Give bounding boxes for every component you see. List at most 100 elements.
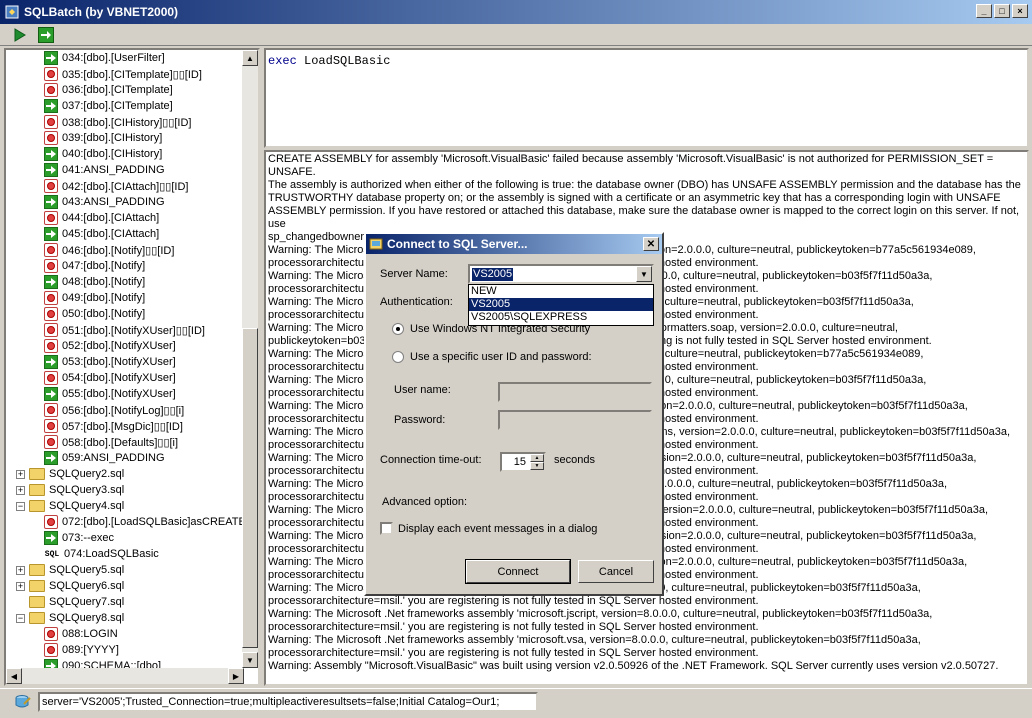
spin-up-icon[interactable]: ▲ [530,454,544,462]
scroll-right-arrow-icon[interactable]: ▶ [228,668,244,684]
password-field[interactable] [498,410,652,430]
close-button[interactable]: × [1012,4,1028,18]
tree-item[interactable]: 050:[dbo].[Notify] [44,306,145,322]
timeout-unit: seconds [554,454,595,466]
tree-item[interactable]: 035:[dbo].[CITemplate]▯▯[ID] [44,66,202,82]
user-name-field[interactable] [498,382,652,402]
tree-item[interactable]: 056:[dbo].[NotifyLog]▯▯[i] [44,402,184,418]
tree-item[interactable]: SQL 074:LoadSQLBasic [44,546,159,562]
tree-item[interactable]: 054:[dbo].[NotifyXUser] [44,370,176,386]
tree-item[interactable]: 059:ANSI_PADDING [44,450,165,466]
tree-item[interactable]: 037:[dbo].[CITemplate] [44,98,173,114]
server-option[interactable]: VS2005 [469,298,653,311]
tree-item[interactable]: 052:[dbo].[NotifyXUser] [44,338,176,354]
maximize-button[interactable]: □ [994,4,1010,18]
tree-item[interactable]: 034:[dbo].[UserFilter] [44,50,165,66]
server-dropdown-list[interactable]: NEW VS2005 VS2005\SQLEXPRESS [468,284,654,326]
sql-editor[interactable]: exec LoadSQLBasic [264,48,1029,148]
spin-down-icon[interactable]: ▼ [530,462,544,470]
connection-string-field[interactable]: server='VS2005';Trusted_Connection=true;… [38,692,538,712]
scroll-up-arrow-icon[interactable]: ▲ [242,50,258,66]
tree-vertical-scrollbar[interactable]: ▲ ▼ [242,50,258,668]
tree-item[interactable]: 057:[dbo].[MsgDic]▯▯[ID] [44,418,183,434]
server-name-value: VS2005 [472,268,514,281]
run-next-icon[interactable] [36,26,56,44]
tree-item[interactable]: 051:[dbo].[NotifyXUser]▯▯[ID] [44,322,205,338]
tree-item-label: 045:[dbo].[CIAttach] [62,228,160,240]
expand-icon[interactable]: + [16,485,25,495]
tree-item[interactable]: 045:[dbo].[CIAttach] [44,226,159,242]
tree-item-label: 088:LOGIN [62,628,118,640]
scroll-thumb[interactable] [242,328,258,648]
server-option[interactable]: NEW [469,285,653,298]
minimize-button[interactable]: _ [976,4,992,18]
expand-icon[interactable]: + [16,469,25,479]
execute-arrow-icon [44,99,58,113]
tree-item[interactable]: 040:[dbo].[CIHistory] [44,146,162,162]
tree-item-label: SQLQuery2.sql [49,468,125,480]
tree-item[interactable]: 044:[dbo].[CIAttach] [44,210,159,226]
tree-item-label: SQLQuery5.sql [49,564,125,576]
tree-item[interactable]: SQLQuery7.sql [29,594,124,610]
play-icon[interactable] [10,26,30,44]
expand-icon[interactable]: + [16,581,25,591]
collapse-icon[interactable]: − [16,501,25,511]
tree-horizontal-scrollbar[interactable]: ◀ ▶ [6,668,244,684]
tree-item[interactable]: 038:[dbo].[CIHistory]▯▯[ID] [44,114,192,130]
connect-button[interactable]: Connect [465,559,571,584]
event-messages-checkbox[interactable] [380,522,393,535]
cancel-button[interactable]: Cancel [578,560,654,583]
server-name-combobox[interactable]: VS2005 ▼ [468,264,654,284]
radio-specific-user[interactable] [392,351,404,363]
tree-item[interactable]: 088:LOGIN [44,626,118,642]
tree-item[interactable]: + SQLQuery6.sql [16,578,124,594]
authentication-label: Authentication: [380,296,453,308]
dialog-close-button[interactable]: ✕ [643,237,659,251]
tree-item[interactable]: 043:ANSI_PADDING [44,194,165,210]
execute-arrow-icon [44,387,58,401]
error-icon [44,115,58,129]
folder-icon [29,612,45,624]
error-icon [44,131,58,145]
server-option[interactable]: VS2005\SQLEXPRESS [469,311,653,324]
tree-item[interactable]: + SQLQuery3.sql [16,482,124,498]
tree-item[interactable]: 047:[dbo].[Notify] [44,258,145,274]
tree-item[interactable]: 058:[dbo].[Defaults]▯▯[i] [44,434,178,450]
app-window: SQLBatch (by VBNET2000) _ □ × 034:[dbo].… [0,0,1032,718]
radio-windows-auth[interactable] [392,323,404,335]
tree-item[interactable]: 072:[dbo].[LoadSQLBasic]asCREATE [44,514,244,530]
execute-arrow-icon [44,147,58,161]
tree-item[interactable]: 046:[dbo].[Notify]▯▯[ID] [44,242,174,258]
tree-item[interactable]: 090:SCHEMA::[dbo] [44,658,161,668]
server-name-label: Server Name: [380,268,448,280]
event-messages-label[interactable]: Display each event messages in a dialog [398,523,597,535]
tree-item[interactable]: + SQLQuery5.sql [16,562,124,578]
tree-item[interactable]: + SQLQuery2.sql [16,466,124,482]
tree-item[interactable]: 049:[dbo].[Notify] [44,290,145,306]
tree-item[interactable]: 036:[dbo].[CITemplate] [44,82,173,98]
scroll-left-arrow-icon[interactable]: ◀ [6,668,22,684]
output-line: processorarchitecture=msil.' you are reg… [268,595,759,607]
script-tree[interactable]: 034:[dbo].[UserFilter] 035:[dbo].[CITempl… [4,48,260,686]
expand-icon[interactable]: + [16,565,25,575]
tree-item[interactable]: 048:[dbo].[Notify] [44,274,145,290]
tree-item-label: 059:ANSI_PADDING [62,452,165,464]
collapse-icon[interactable]: − [16,613,25,623]
tree-item[interactable]: 089:[YYYY] [44,642,119,658]
tree-item[interactable]: 053:[dbo].[NotifyXUser] [44,354,176,370]
tree-item[interactable]: − SQLQuery8.sql [16,610,124,626]
tree-item[interactable]: 073:--exec [44,530,114,546]
radio-specific-label[interactable]: Use a specific user ID and password: [410,351,592,363]
tree-item[interactable]: 042:[dbo].[CIAttach]▯▯[ID] [44,178,188,194]
tree-item[interactable]: − SQLQuery4.sql [16,498,124,514]
tree-item[interactable]: 039:[dbo].[CIHistory] [44,130,162,146]
chevron-down-icon[interactable]: ▼ [636,266,652,282]
execute-arrow-icon [44,355,58,369]
execute-arrow-icon [44,659,58,668]
tree-item-label: 041:ANSI_PADDING [62,164,165,176]
database-icon[interactable] [14,694,32,710]
timeout-spinner[interactable]: 15 ▲ ▼ [500,452,546,472]
tree-item[interactable]: 055:[dbo].[NotifyXUser] [44,386,176,402]
scroll-down-arrow-icon[interactable]: ▼ [242,652,258,668]
tree-item[interactable]: 041:ANSI_PADDING [44,162,165,178]
